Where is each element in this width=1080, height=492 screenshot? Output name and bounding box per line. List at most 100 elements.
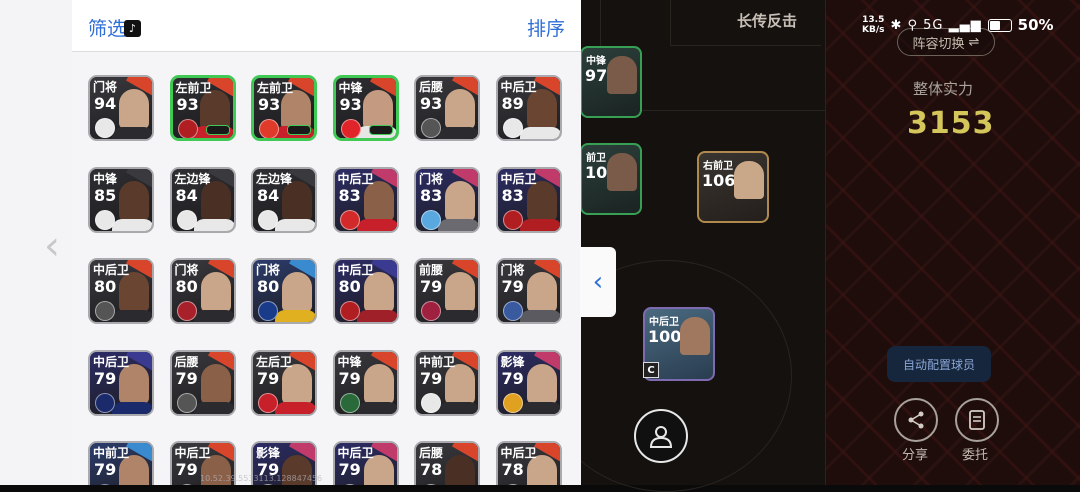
player-card[interactable]: 中后卫 79 xyxy=(332,441,399,485)
player-card[interactable]: 后腰 78 xyxy=(414,441,480,485)
player-card[interactable]: 左前卫 93 xyxy=(169,75,236,141)
network-speed: 13.5 KB/s xyxy=(862,15,884,35)
player-photo xyxy=(363,363,394,404)
player-shirt xyxy=(519,310,560,322)
player-photo xyxy=(281,90,311,130)
collapse-panel-button[interactable]: ‹ xyxy=(580,247,616,317)
manager-button[interactable] xyxy=(634,409,688,463)
battery-percent: 50% xyxy=(1017,16,1054,34)
player-card[interactable]: 中后卫 80 xyxy=(88,258,154,324)
player-rating: 80 xyxy=(175,277,198,296)
player-photo xyxy=(445,455,475,485)
club-badge-icon xyxy=(95,209,115,230)
player-rating: 93 xyxy=(258,95,281,114)
player-position: 门将 xyxy=(419,171,444,186)
player-shirt xyxy=(438,401,478,414)
player-photo xyxy=(282,363,312,404)
captain-badge: C xyxy=(643,362,659,378)
player-photo xyxy=(445,272,475,312)
player-card[interactable]: 后腰 93 xyxy=(414,75,480,141)
player-rating: 79 xyxy=(501,277,524,296)
player-card[interactable]: 左边锋 84 xyxy=(251,166,317,233)
player-rating: 79 xyxy=(338,368,361,388)
player-card[interactable]: 中后卫 80 xyxy=(332,258,399,324)
pitch-player-card[interactable]: 中锋 97 xyxy=(580,46,642,118)
player-card[interactable]: 中后卫 79 xyxy=(88,349,154,416)
player-photo xyxy=(282,180,312,221)
player-card[interactable]: 中后卫 83 xyxy=(495,166,562,233)
player-position: 左边锋 xyxy=(256,171,293,186)
player-photo xyxy=(363,272,394,312)
person-icon xyxy=(649,426,673,448)
player-position: 左前卫 xyxy=(175,81,212,95)
player-photo xyxy=(607,56,637,94)
clipboard-icon xyxy=(969,410,985,430)
player-card[interactable]: 左边锋 84 xyxy=(169,166,236,233)
battery-icon xyxy=(987,18,1012,32)
club-badge-icon xyxy=(421,392,441,413)
player-card[interactable]: 中锋 79 xyxy=(332,349,399,416)
player-position: 中锋 xyxy=(93,171,118,186)
player-rating: 79 xyxy=(420,277,443,296)
strength-label: 整体实力 xyxy=(913,80,974,98)
filter-button[interactable]: 筛选 xyxy=(88,14,126,41)
selected-indicator-icon xyxy=(205,125,230,135)
pitch-card-position: 中锋 xyxy=(586,56,606,67)
player-card[interactable]: 中锋 93 xyxy=(332,75,399,141)
club-badge-icon xyxy=(421,118,441,138)
player-position: 中后卫 xyxy=(337,263,374,277)
panel-header: 筛选 ♪ 排序 xyxy=(72,0,581,52)
pitch-player-card[interactable]: 右前卫 106 xyxy=(697,151,769,223)
player-shirt xyxy=(112,401,152,414)
player-photo xyxy=(607,153,637,191)
player-shirt xyxy=(193,218,234,231)
player-card[interactable]: 左后卫 79 xyxy=(251,349,317,416)
pitch-player-card[interactable]: 前卫 105 xyxy=(580,143,642,215)
formation-title: 长传反击 xyxy=(737,12,798,30)
player-position: 前腰 xyxy=(419,263,444,277)
player-card[interactable]: 门将 80 xyxy=(169,258,236,324)
player-card[interactable]: 中前卫 79 xyxy=(88,441,154,485)
player-card[interactable]: 门将 80 xyxy=(251,258,317,324)
club-badge-icon xyxy=(95,392,115,413)
club-badge-icon xyxy=(421,209,441,230)
player-shirt xyxy=(193,310,234,322)
player-photo xyxy=(680,317,710,355)
club-badge-icon xyxy=(176,392,197,413)
player-card[interactable]: 门将 83 xyxy=(414,166,480,233)
player-card[interactable]: 影锋 79 xyxy=(495,349,562,416)
player-card[interactable]: 门将 79 xyxy=(495,258,562,324)
player-position: 中后卫 xyxy=(93,263,130,277)
player-card[interactable]: 门将 94 xyxy=(88,75,154,141)
player-card[interactable]: 中后卫 89 xyxy=(495,75,562,141)
club-badge-icon xyxy=(340,119,361,138)
club-badge-icon xyxy=(177,119,198,138)
player-photo xyxy=(119,272,149,312)
player-card[interactable]: 中锋 85 xyxy=(88,166,154,233)
player-shirt xyxy=(519,127,560,139)
delegate-button[interactable] xyxy=(955,398,999,442)
club-badge-icon xyxy=(176,301,197,321)
chevron-left-icon[interactable]: ‹ xyxy=(44,222,60,270)
player-card[interactable]: 中后卫 83 xyxy=(332,166,399,233)
player-card[interactable]: 左前卫 93 xyxy=(251,75,317,141)
player-position: 后腰 xyxy=(419,446,444,460)
player-rating: 80 xyxy=(94,277,117,296)
player-photo xyxy=(445,180,475,221)
player-card[interactable]: 中前卫 79 xyxy=(414,349,480,416)
share-button[interactable] xyxy=(894,398,938,442)
player-shirt xyxy=(275,401,315,414)
pitch-card-rating: 106 xyxy=(702,171,736,190)
player-card[interactable]: 后腰 79 xyxy=(169,349,236,416)
player-position: 影锋 xyxy=(256,446,281,460)
player-card[interactable]: 中后卫 78 xyxy=(495,441,562,485)
player-position: 左边锋 xyxy=(174,171,211,186)
auto-assign-button[interactable]: 自动配置球员 xyxy=(887,346,991,382)
player-photo xyxy=(526,363,557,404)
club-badge-icon xyxy=(259,119,279,138)
swap-icon: ⇌ xyxy=(968,34,980,50)
right-panel xyxy=(826,0,1080,485)
sort-button[interactable]: 排序 xyxy=(527,14,565,41)
player-rating: 79 xyxy=(175,368,198,388)
player-card[interactable]: 前腰 79 xyxy=(414,258,480,324)
